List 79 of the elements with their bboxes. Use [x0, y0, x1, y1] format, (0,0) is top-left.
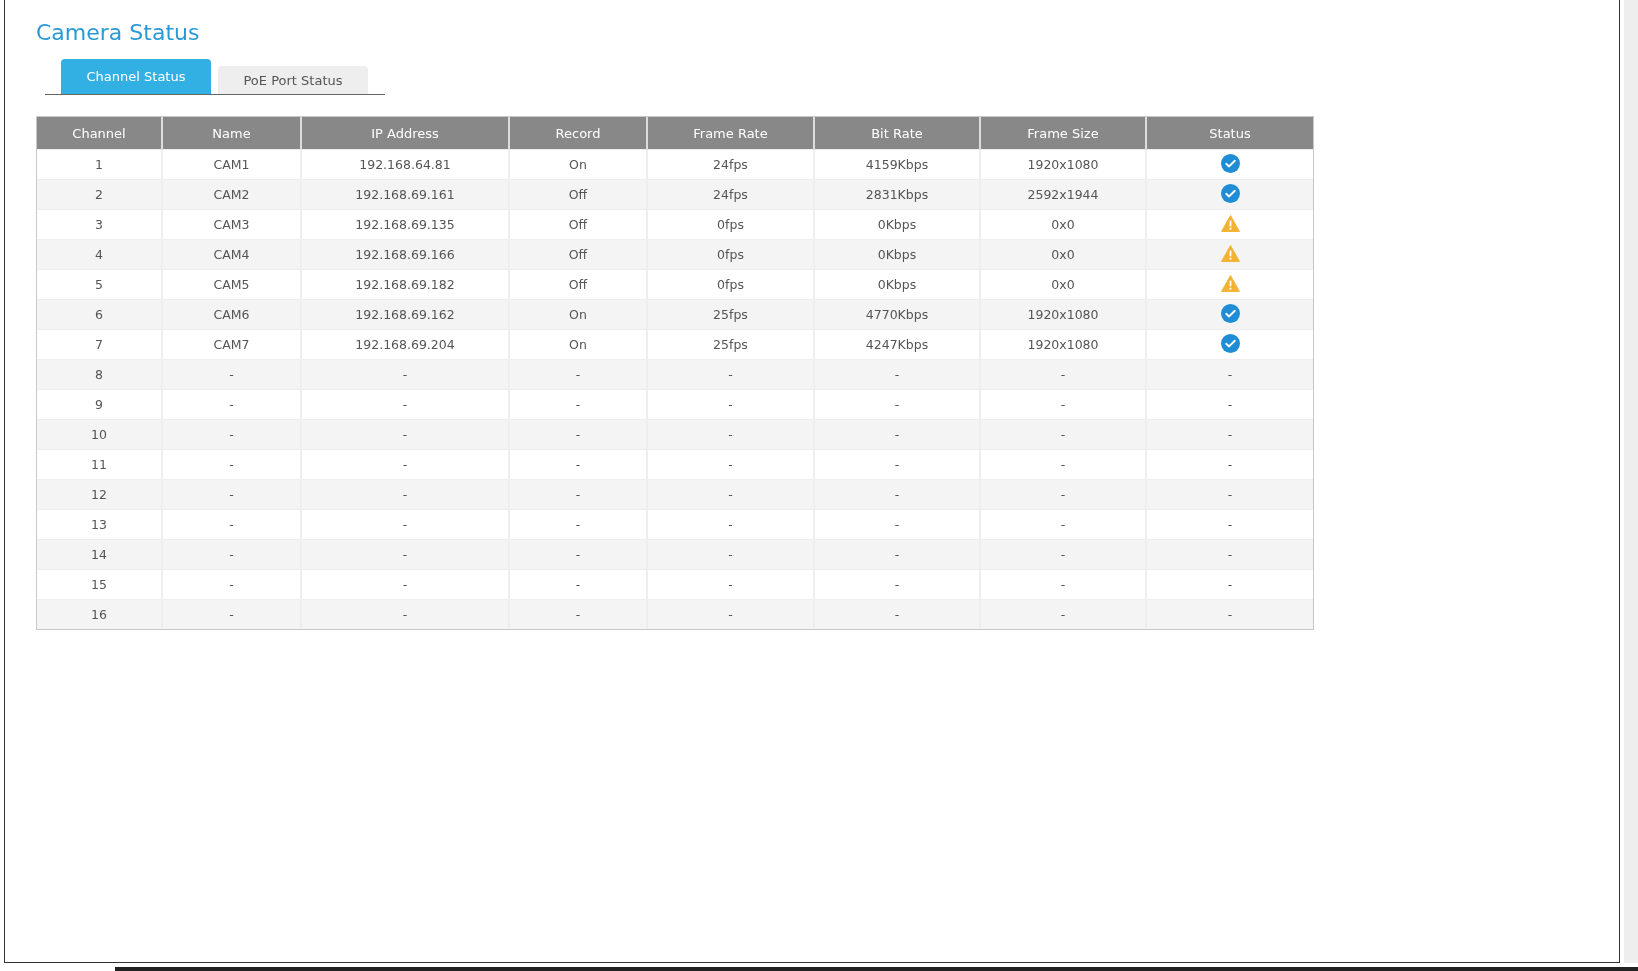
check-circle-icon	[1220, 183, 1240, 203]
table-cell: CAM4	[162, 239, 301, 270]
column-header: IP Address	[301, 117, 509, 150]
column-header: Record	[509, 117, 647, 150]
table-cell: -	[301, 359, 509, 390]
scrollbar[interactable]	[115, 967, 1638, 971]
check-circle-icon	[1220, 333, 1240, 353]
table-cell: -	[509, 359, 647, 390]
page-title: Camera Status	[36, 20, 201, 47]
table-cell: -	[162, 599, 301, 629]
table-cell: -	[1146, 479, 1313, 510]
table-cell: 16	[37, 599, 162, 629]
table-cell: -	[647, 419, 814, 450]
table-cell: 1920x1080	[980, 299, 1146, 330]
warning-icon	[1220, 214, 1240, 232]
table-cell: CAM2	[162, 179, 301, 210]
table-cell: 4770Kbps	[814, 299, 980, 330]
table-cell: -	[162, 539, 301, 570]
table-cell: 12	[37, 479, 162, 510]
table-cell: -	[647, 539, 814, 570]
table-cell: -	[814, 539, 980, 570]
table-cell: -	[980, 419, 1146, 450]
table-cell: -	[1146, 539, 1313, 570]
table-cell: 4	[37, 239, 162, 270]
table-cell: -	[509, 479, 647, 510]
column-header: Name	[162, 117, 301, 150]
table-cell: 10	[37, 419, 162, 450]
table-cell: -	[814, 359, 980, 390]
table-cell: -	[509, 419, 647, 450]
table-cell: -	[1146, 419, 1313, 450]
column-header: Status	[1146, 117, 1313, 150]
table-cell: -	[1146, 599, 1313, 629]
check-circle-icon	[1220, 153, 1240, 173]
table-cell: CAM6	[162, 299, 301, 330]
table-cell: -	[980, 359, 1146, 390]
table-cell: -	[301, 419, 509, 450]
table-cell: 192.168.69.166	[301, 239, 509, 270]
column-header: Bit Rate	[814, 117, 980, 150]
table-cell: -	[301, 599, 509, 629]
column-header: Frame Size	[980, 117, 1146, 150]
table-cell: 2	[37, 179, 162, 210]
table-cell: -	[814, 599, 980, 629]
table-cell: 24fps	[647, 179, 814, 210]
table-cell: -	[162, 479, 301, 510]
table-cell: -	[980, 599, 1146, 629]
table-cell: -	[647, 599, 814, 629]
table-cell: Off	[509, 239, 647, 270]
table-cell: -	[1146, 359, 1313, 390]
table-cell: -	[647, 359, 814, 390]
table-cell: 6	[37, 299, 162, 330]
table-cell: 192.168.69.161	[301, 179, 509, 210]
table-cell: 8	[37, 359, 162, 390]
table-cell: -	[301, 479, 509, 510]
table-cell: -	[162, 419, 301, 450]
table-cell: -	[814, 419, 980, 450]
table-cell: -	[980, 479, 1146, 510]
check-circle-icon	[1220, 303, 1240, 323]
column-header: Channel	[37, 117, 162, 150]
column-header: Frame Rate	[647, 117, 814, 150]
table-cell: 14	[37, 539, 162, 570]
table-cell: 2831Kbps	[814, 179, 980, 210]
table-cell: -	[301, 539, 509, 570]
tab[interactable]: PoE Port Status	[218, 66, 368, 94]
table-cell: 0x0	[980, 239, 1146, 270]
table-cell: 0Kbps	[814, 239, 980, 270]
warning-icon	[1220, 274, 1240, 292]
table-cell: 2592x1944	[980, 179, 1146, 210]
table-cell: 192.168.69.162	[301, 299, 509, 330]
table-cell: -	[980, 539, 1146, 570]
table-cell: Off	[509, 179, 647, 210]
table-cell: -	[162, 359, 301, 390]
table-cell: On	[509, 299, 647, 330]
table-cell: 25fps	[647, 299, 814, 330]
table-cell: -	[509, 539, 647, 570]
table-cell: -	[647, 479, 814, 510]
table-cell: -	[814, 479, 980, 510]
table-cell: 0fps	[647, 239, 814, 270]
warning-icon	[1220, 244, 1240, 262]
table-cell: -	[509, 599, 647, 629]
